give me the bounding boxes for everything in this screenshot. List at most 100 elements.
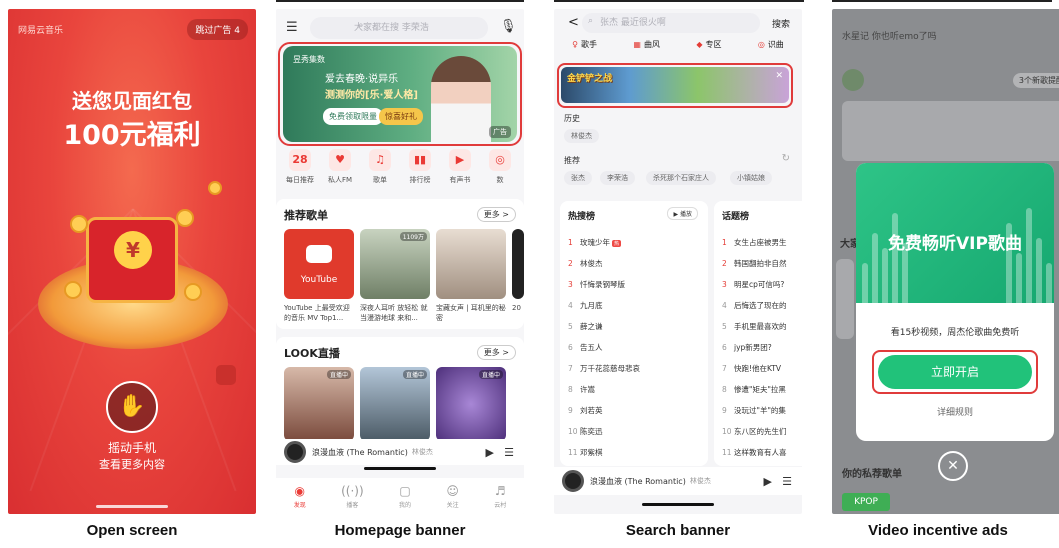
- mini-player[interactable]: 浪漫血液 (The Romantic) 林俊杰 ▶ ☰: [276, 439, 524, 465]
- hot-item[interactable]: 6 告五人: [568, 342, 603, 353]
- wave-bar: [1046, 263, 1052, 303]
- hot-item[interactable]: 1 玫瑰少年热: [568, 237, 622, 248]
- tab-village[interactable]: ♬ 云村: [494, 484, 506, 509]
- search-input[interactable]: 张杰 最近很火啊: [582, 13, 760, 33]
- caption-homepage-banner: Homepage banner: [334, 522, 466, 539]
- bg-kpop-tag: KPOP: [842, 493, 890, 511]
- nav-fm[interactable]: ♥ 私人FM: [320, 149, 360, 185]
- topic-item[interactable]: 4 后悔选了现在的: [722, 300, 787, 311]
- category-recognize[interactable]: ◎ 识曲: [758, 39, 784, 50]
- topic-item[interactable]: 2 韩国翻拍非自然: [722, 258, 787, 269]
- play-icon[interactable]: ▶: [764, 475, 772, 488]
- tab-label: 我的: [399, 501, 412, 509]
- close-icon[interactable]: ✕: [938, 451, 968, 481]
- calendar-icon: 28: [289, 149, 311, 171]
- hot-item[interactable]: 2 林俊杰: [568, 258, 603, 269]
- category-zone[interactable]: ◆ 专区: [696, 39, 721, 50]
- microphone-icon[interactable]: 🎙: [500, 19, 517, 34]
- search-input[interactable]: 大家都在搜 李荣浩: [310, 17, 488, 39]
- hot-item[interactable]: 7 万千花蕊慈母悲哀: [568, 363, 640, 374]
- topic-item-text: 快跑!他在KTV: [734, 364, 782, 373]
- nav-audiobook[interactable]: ▶ 有声书: [440, 149, 480, 185]
- playlist-queue-icon[interactable]: ☰: [782, 475, 792, 488]
- rules-link[interactable]: 详细规则: [856, 405, 1054, 418]
- playlist-card[interactable]: [436, 229, 506, 299]
- album-disc-icon: [284, 441, 306, 463]
- tab-podcast[interactable]: ((·)) 播客: [341, 484, 364, 509]
- tab-mine[interactable]: ▢ 我的: [399, 484, 411, 509]
- hand-phone-icon[interactable]: ✋: [106, 381, 158, 433]
- hot-item[interactable]: 3 忏悔录钢琴版: [568, 279, 625, 290]
- live-card[interactable]: 直播中: [436, 367, 506, 441]
- coin-icon: [70, 215, 88, 233]
- category-singer[interactable]: ♀ 歌手: [572, 39, 597, 50]
- more-button[interactable]: 更多 >: [476, 345, 516, 360]
- topic-item[interactable]: 9 没玩过"羊"的集: [722, 405, 786, 416]
- playlist-card[interactable]: [512, 229, 524, 299]
- category-label: 专区: [705, 40, 722, 49]
- topic-item[interactable]: 10 东八区的先生们: [722, 426, 787, 437]
- live-card[interactable]: 直播中: [360, 367, 430, 441]
- playlist-queue-icon[interactable]: ☰: [504, 446, 514, 459]
- topic-item[interactable]: 8 惨遭"矩夫"拉黑: [722, 384, 786, 395]
- topic-item[interactable]: 7 快跑!他在KTV: [722, 363, 781, 374]
- recommend-chip[interactable]: 李荣浩: [600, 171, 635, 185]
- topic-item[interactable]: 1 女生占座被男生: [722, 237, 787, 248]
- more-button[interactable]: 更多 >: [476, 207, 516, 222]
- search-button[interactable]: 搜索: [772, 17, 790, 30]
- tab-follow[interactable]: ☺ 关注: [446, 484, 459, 509]
- mini-player[interactable]: 浪漫血液 (The Romantic) 林俊杰 ▶ ☰: [554, 467, 802, 495]
- hot-item-text: 九月底: [580, 301, 603, 310]
- play-icon[interactable]: ▶: [486, 446, 494, 459]
- search-placeholder: 张杰 最近很火啊: [600, 18, 666, 28]
- wave-bar: [892, 213, 898, 303]
- nav-playlist[interactable]: ♫ 歌单: [360, 149, 400, 185]
- bg-avatar: [842, 69, 864, 91]
- bg-private-title: 你的私荐歌单: [842, 469, 902, 480]
- nav-label: 每日推荐: [286, 176, 314, 184]
- homepage-panel: ☰ 大家都在搜 李荣浩 ⌕ 🎙 昱秀集数 爱去春晚·说异乐 测测你的[乐·爱人格…: [276, 9, 524, 514]
- topic-item[interactable]: 11 这样教育有人喜: [722, 447, 787, 458]
- hot-item-text: 薛之谦: [580, 322, 603, 331]
- recommend-chip[interactable]: 小镇姑娘: [730, 171, 772, 185]
- hot-item[interactable]: 11 邓紫棋: [568, 447, 603, 458]
- tab-discover[interactable]: ◉ 发现: [294, 484, 306, 509]
- recommend-label: 推荐: [564, 156, 580, 165]
- hot-item[interactable]: 8 许嵩: [568, 384, 595, 395]
- topic-item-text: 女生占座被男生: [734, 238, 787, 247]
- topic-item[interactable]: 5 手机里最喜欢的: [722, 321, 787, 332]
- recommend-chip[interactable]: 张杰: [564, 171, 592, 185]
- topic-item[interactable]: 3 明星cp可信吗?: [722, 279, 784, 290]
- live-badge: 直播中: [326, 370, 351, 379]
- shake-subtitle: 查看更多内容: [99, 458, 165, 471]
- playlist-card[interactable]: YouTube: [284, 229, 354, 299]
- recommend-chip[interactable]: 杀死那个石家庄人: [646, 171, 716, 185]
- nav-daily[interactable]: 28 每日推荐: [280, 149, 320, 185]
- hot-item[interactable]: 4 九月底: [568, 300, 603, 311]
- category-genre[interactable]: ▦ 曲风: [633, 39, 660, 50]
- menu-icon[interactable]: ☰: [286, 20, 298, 35]
- hot-item[interactable]: 5 薛之谦: [568, 321, 603, 332]
- caption-search-banner: Search banner: [625, 522, 731, 539]
- playlist-card[interactable]: 1109万: [360, 229, 430, 299]
- history-chip[interactable]: 林俊杰: [564, 129, 599, 143]
- section-title: 推荐歌单: [284, 209, 328, 222]
- play-all-button[interactable]: ▶ 播放: [667, 207, 698, 220]
- topic-item-text: 这样教育有人喜: [734, 448, 787, 457]
- hot-item[interactable]: 9 刘若英: [568, 405, 603, 416]
- hot-item[interactable]: 10 陈奕迅: [568, 426, 603, 437]
- topic-list: 话题榜 1 女生占座被男生 2 韩国翻拍非自然 3 明星cp可信吗? 4 后悔选了现在的…: [714, 201, 802, 466]
- player-song: 浪漫血液 (The Romantic): [590, 476, 686, 486]
- skip-ad-button[interactable]: 跳过广告 4: [187, 19, 248, 40]
- live-card[interactable]: 直播中: [284, 367, 354, 441]
- topic-item[interactable]: 6 jyp新男团?: [722, 342, 772, 353]
- discover-icon: ◉: [294, 483, 305, 498]
- category-row: ♀ 歌手 ▦ 曲风 ◆ 专区 ◎ 识曲: [554, 39, 802, 50]
- back-icon[interactable]: <: [568, 15, 579, 30]
- coin-icon: [208, 181, 222, 195]
- nav-ranking[interactable]: ▮▮ 排行榜: [400, 149, 440, 185]
- nav-more[interactable]: ◎ 数: [480, 149, 520, 185]
- singer-icon: ♀: [572, 40, 579, 49]
- history-label: 历史: [564, 114, 580, 123]
- refresh-icon[interactable]: ↻: [782, 153, 790, 164]
